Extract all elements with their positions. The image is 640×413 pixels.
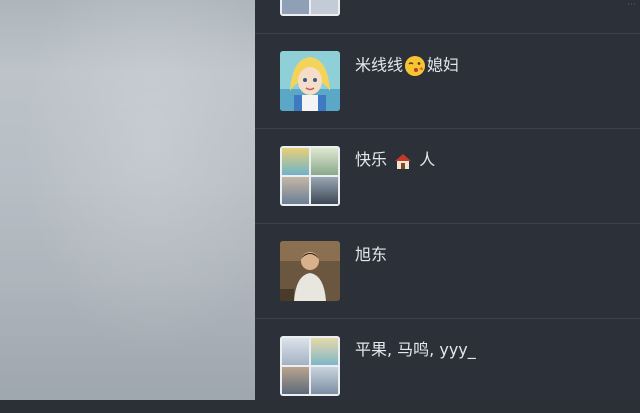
house-icon xyxy=(395,153,412,169)
kiss-face-icon xyxy=(405,56,426,76)
group-avatar xyxy=(280,146,340,206)
avatar xyxy=(280,51,340,111)
chat-name-part-2: 媳妇 xyxy=(427,55,460,75)
person-photo-avatar-icon xyxy=(280,241,340,301)
chat-item-pingguo[interactable]: 平果, 马鸣, yyy_ xyxy=(255,318,640,413)
chat-name: 米线线 媳妇 xyxy=(355,55,459,77)
chat-name-part-1: 快乐 xyxy=(355,150,388,169)
chat-item-top-partial[interactable] xyxy=(255,0,640,33)
chat-name: 快乐 人 xyxy=(355,150,435,171)
wallpaper-pane xyxy=(0,0,255,400)
chat-item-xudong[interactable]: 旭东 xyxy=(255,223,640,318)
chat-item-kuaile[interactable]: 快乐 人 xyxy=(255,128,640,223)
group-avatar xyxy=(280,0,340,16)
chat-name-part-2: 人 xyxy=(419,150,436,169)
avatar xyxy=(280,241,340,301)
chat-name: 旭东 xyxy=(355,245,388,264)
group-avatar xyxy=(280,336,340,396)
chat-name: 平果, 马鸣, yyy_ xyxy=(355,340,476,359)
chat-name-part-1: 米线线 xyxy=(355,55,404,75)
chat-item-mixianxian[interactable]: 米线线 媳妇 xyxy=(255,33,640,128)
chat-list[interactable]: ⋯ 米线线 媳妇 快乐 人 旭东 平果, 马鸣, yyy_ xyxy=(255,0,640,400)
cartoon-girl-avatar-icon xyxy=(280,51,340,111)
